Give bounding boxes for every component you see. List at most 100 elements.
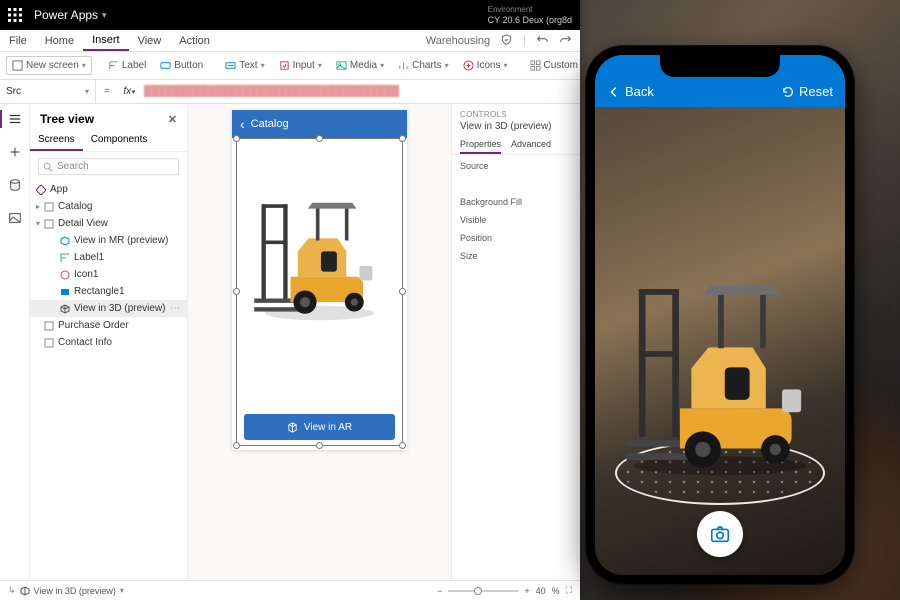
phone-mockup: Back Reset — [585, 45, 855, 585]
ar-scene[interactable] — [595, 107, 845, 575]
capture-photo-button[interactable] — [697, 511, 743, 557]
phone-reset-button[interactable]: Reset — [781, 84, 833, 99]
label-btn-label: Label — [122, 60, 146, 71]
status-bar: ↳ View in 3D (preview) ▾ − + 40 % ⛶ — [0, 580, 580, 600]
charts-dropdown[interactable]: Charts▾ — [392, 56, 454, 75]
status-selection[interactable]: ↳ View in 3D (preview) ▾ — [8, 585, 124, 596]
resize-handle[interactable] — [399, 442, 406, 449]
view-in-ar-label: View in AR — [304, 422, 352, 433]
phone-back-button[interactable]: Back — [607, 84, 654, 99]
canvas-area[interactable]: ‹ Catalog — [188, 104, 451, 580]
zoom-level: 40 — [536, 586, 546, 596]
app-launcher-waffle-icon[interactable] — [0, 0, 30, 30]
redo-icon[interactable] — [559, 33, 572, 49]
zoom-in-icon[interactable]: + — [524, 586, 529, 596]
resize-handle[interactable] — [233, 288, 240, 295]
view-in-ar-button[interactable]: View in AR — [244, 414, 395, 440]
prop-size[interactable]: Size — [452, 245, 580, 263]
app-title[interactable]: Power Apps ▾ — [30, 8, 107, 22]
equals-sign: = — [96, 86, 118, 97]
props-tab-properties[interactable]: Properties — [460, 136, 501, 154]
text-label: Text — [239, 60, 257, 71]
menu-action[interactable]: Action — [170, 30, 219, 51]
menu-home[interactable]: Home — [36, 30, 83, 51]
rail-media-icon[interactable] — [8, 211, 22, 230]
environment-picker[interactable]: Environment CY 20.6 Deux (org8d — [488, 4, 580, 26]
tab-screens[interactable]: Screens — [30, 130, 83, 151]
media-label: Media — [350, 60, 377, 71]
work-area: Tree view ✕ Screens Components Search Ap… — [0, 104, 580, 580]
node-view-in-3d[interactable]: View in 3D (preview) ⋯ — [30, 300, 187, 317]
forklift-ar-model[interactable] — [615, 270, 825, 480]
resize-handle[interactable] — [233, 442, 240, 449]
prop-source[interactable]: Source — [452, 155, 580, 173]
prop-background-fill[interactable]: Background Fill — [452, 191, 580, 209]
node-more-icon[interactable]: ⋯ — [170, 303, 181, 314]
new-screen-button[interactable]: New screen▾ — [6, 56, 92, 75]
chevron-down-icon: ▾ — [85, 87, 89, 96]
node-catalog[interactable]: ▸ Catalog — [30, 198, 187, 215]
node-purchase-order[interactable]: ▸ Purchase Order — [30, 317, 187, 334]
prop-visible[interactable]: Visible — [452, 209, 580, 227]
resize-handle[interactable] — [399, 288, 406, 295]
rail-data-icon[interactable] — [8, 178, 22, 197]
forklift-3d-model-preview — [247, 180, 392, 330]
node-app-label: App — [50, 184, 68, 195]
new-screen-label: New screen — [26, 60, 79, 71]
button-button[interactable]: Button — [154, 56, 209, 75]
node-icon1[interactable]: Icon1 — [30, 266, 187, 283]
text-dropdown[interactable]: Text▾ — [219, 56, 270, 75]
phone-screen: Back Reset — [595, 55, 845, 575]
icons-dropdown[interactable]: Icons▾ — [457, 56, 514, 75]
media-dropdown[interactable]: Media▾ — [330, 56, 390, 75]
tree-title: Tree view — [40, 112, 94, 126]
app-preview-device[interactable]: ‹ Catalog — [232, 110, 407, 450]
back-chevron-icon[interactable]: ‹ — [240, 116, 245, 132]
app-checker-icon[interactable] — [500, 33, 513, 49]
menu-view[interactable]: View — [129, 30, 171, 51]
node-contact-info[interactable]: ▸ Contact Info — [30, 334, 187, 351]
zoom-thumb[interactable] — [474, 587, 482, 595]
tree-search-input[interactable]: Search — [38, 158, 179, 175]
phone-notch — [660, 55, 780, 77]
close-panel-icon[interactable]: ✕ — [168, 113, 177, 126]
resize-handle[interactable] — [233, 135, 240, 142]
icons-label: Icons — [477, 60, 501, 71]
resize-handle[interactable] — [316, 442, 323, 449]
expand-icon[interactable]: ▸ — [36, 202, 40, 211]
button-btn-label: Button — [174, 60, 203, 71]
formula-input[interactable]: ████████████████████████████████████ — [140, 86, 580, 97]
node-label1[interactable]: Label1 — [30, 249, 187, 266]
label-button[interactable]: Label — [102, 56, 152, 75]
rail-insert-icon[interactable] — [8, 145, 22, 164]
collapse-icon[interactable]: ▾ — [36, 219, 40, 228]
search-placeholder: Search — [57, 161, 89, 172]
fit-to-screen-icon[interactable]: ⛶ — [566, 585, 572, 596]
custom-dropdown[interactable]: Custom▾ — [524, 56, 581, 75]
chevron-down-icon: ▾ — [102, 10, 107, 21]
props-tab-advanced[interactable]: Advanced — [511, 136, 551, 154]
menu-file[interactable]: File — [0, 30, 36, 51]
node-detail-view[interactable]: ▾ Detail View — [30, 215, 187, 232]
rail-tree-view-icon[interactable] — [8, 112, 22, 131]
property-selector[interactable]: Src ▾ — [0, 80, 96, 103]
node-icon1-label: Icon1 — [74, 269, 98, 280]
chevron-icon: ↳ — [8, 585, 16, 596]
menu-insert[interactable]: Insert — [83, 30, 129, 51]
prop-position[interactable]: Position — [452, 227, 580, 245]
node-rectangle1[interactable]: Rectangle1 — [30, 283, 187, 300]
node-view-in-mr[interactable]: View in MR (preview) — [30, 232, 187, 249]
fx-icon[interactable]: fx▾ — [118, 86, 140, 97]
resize-handle[interactable] — [399, 135, 406, 142]
property-name: Src — [6, 86, 21, 97]
zoom-slider[interactable] — [448, 590, 518, 592]
zoom-out-icon[interactable]: − — [437, 586, 442, 596]
input-dropdown[interactable]: Input▾ — [273, 56, 328, 75]
phone-body: Back Reset — [585, 45, 855, 585]
node-label1-label: Label1 — [74, 252, 104, 263]
tab-components[interactable]: Components — [83, 130, 156, 151]
powerapps-studio-window: Power Apps ▾ Environment CY 20.6 Deux (o… — [0, 0, 580, 600]
node-app[interactable]: App — [30, 181, 187, 198]
resize-handle[interactable] — [316, 135, 323, 142]
undo-icon[interactable] — [536, 33, 549, 49]
